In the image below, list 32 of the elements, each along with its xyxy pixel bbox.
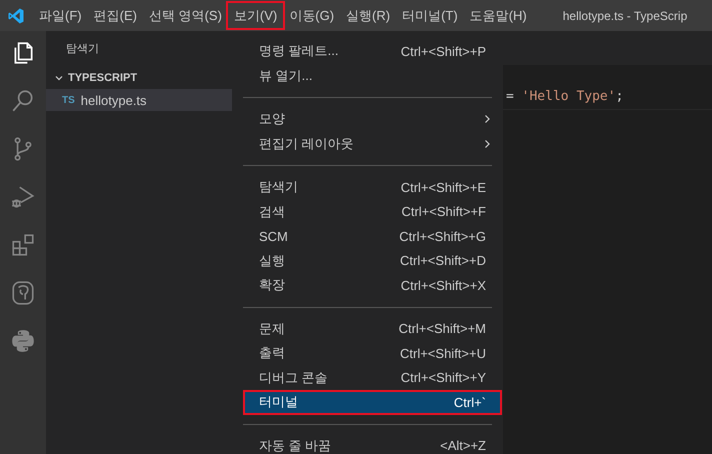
menu-item[interactable]: 탐색기 Ctrl+<Shift>+E [243, 175, 502, 200]
menu-item[interactable]: 확장 Ctrl+<Shift>+X [243, 273, 502, 298]
file-item[interactable]: TS hellotype.ts [46, 89, 232, 111]
window-title: hellotype.ts - TypeScrip [562, 8, 688, 22]
extensions-icon[interactable] [10, 232, 36, 258]
menu-item[interactable]: 자동 줄 바꿈 <Alt>+Z [243, 434, 502, 454]
menu-bar-item[interactable]: 도움말(H) [464, 3, 533, 28]
menu-bar-item[interactable]: 이동(G) [283, 3, 340, 28]
menu-item[interactable]: 모양 [243, 107, 502, 132]
chevron-icon [54, 73, 64, 83]
menu-bar-item[interactable]: 실행(R) [340, 3, 396, 28]
menu-item[interactable]: 명령 팔레트... Ctrl+<Shift>+P [243, 39, 502, 64]
menu-item[interactable]: 실행 Ctrl+<Shift>+D [243, 248, 502, 273]
menu-bar-item[interactable]: 보기(V) [228, 3, 284, 28]
panel-title: 탐색기 [65, 42, 100, 57]
menu-item[interactable]: 편집기 레이아웃 [243, 132, 502, 156]
menu-item[interactable]: 출력 Ctrl+<Shift>+U [243, 341, 502, 366]
menu-item[interactable]: 문제 Ctrl+<Shift>+M [243, 316, 502, 341]
menu-item[interactable]: SCM Ctrl+<Shift>+G [243, 224, 502, 248]
run-debug-icon[interactable] [10, 184, 36, 210]
menu-item[interactable]: 터미널 Ctrl+` [243, 390, 502, 414]
menu-item[interactable]: 디버그 콘솔 Ctrl+<Shift>+Y [243, 366, 502, 390]
menu-bar-item[interactable]: 편집(E) [88, 3, 143, 28]
folder-header[interactable]: TYPESCRIPT [46, 57, 232, 87]
code-line: = 'Hello Type'; [506, 89, 624, 104]
menu-bar-item[interactable]: 터미널(T) [396, 3, 464, 28]
menu-bar-item[interactable]: 선택 영역(S) [142, 3, 228, 28]
python-icon[interactable] [10, 328, 36, 354]
menu-item[interactable]: 뷰 열기... [243, 64, 502, 88]
menu-item[interactable]: 검색 Ctrl+<Shift>+F [243, 200, 502, 224]
app-logo-icon [7, 6, 25, 24]
menu-bar-item[interactable]: 파일(F) [33, 3, 88, 28]
